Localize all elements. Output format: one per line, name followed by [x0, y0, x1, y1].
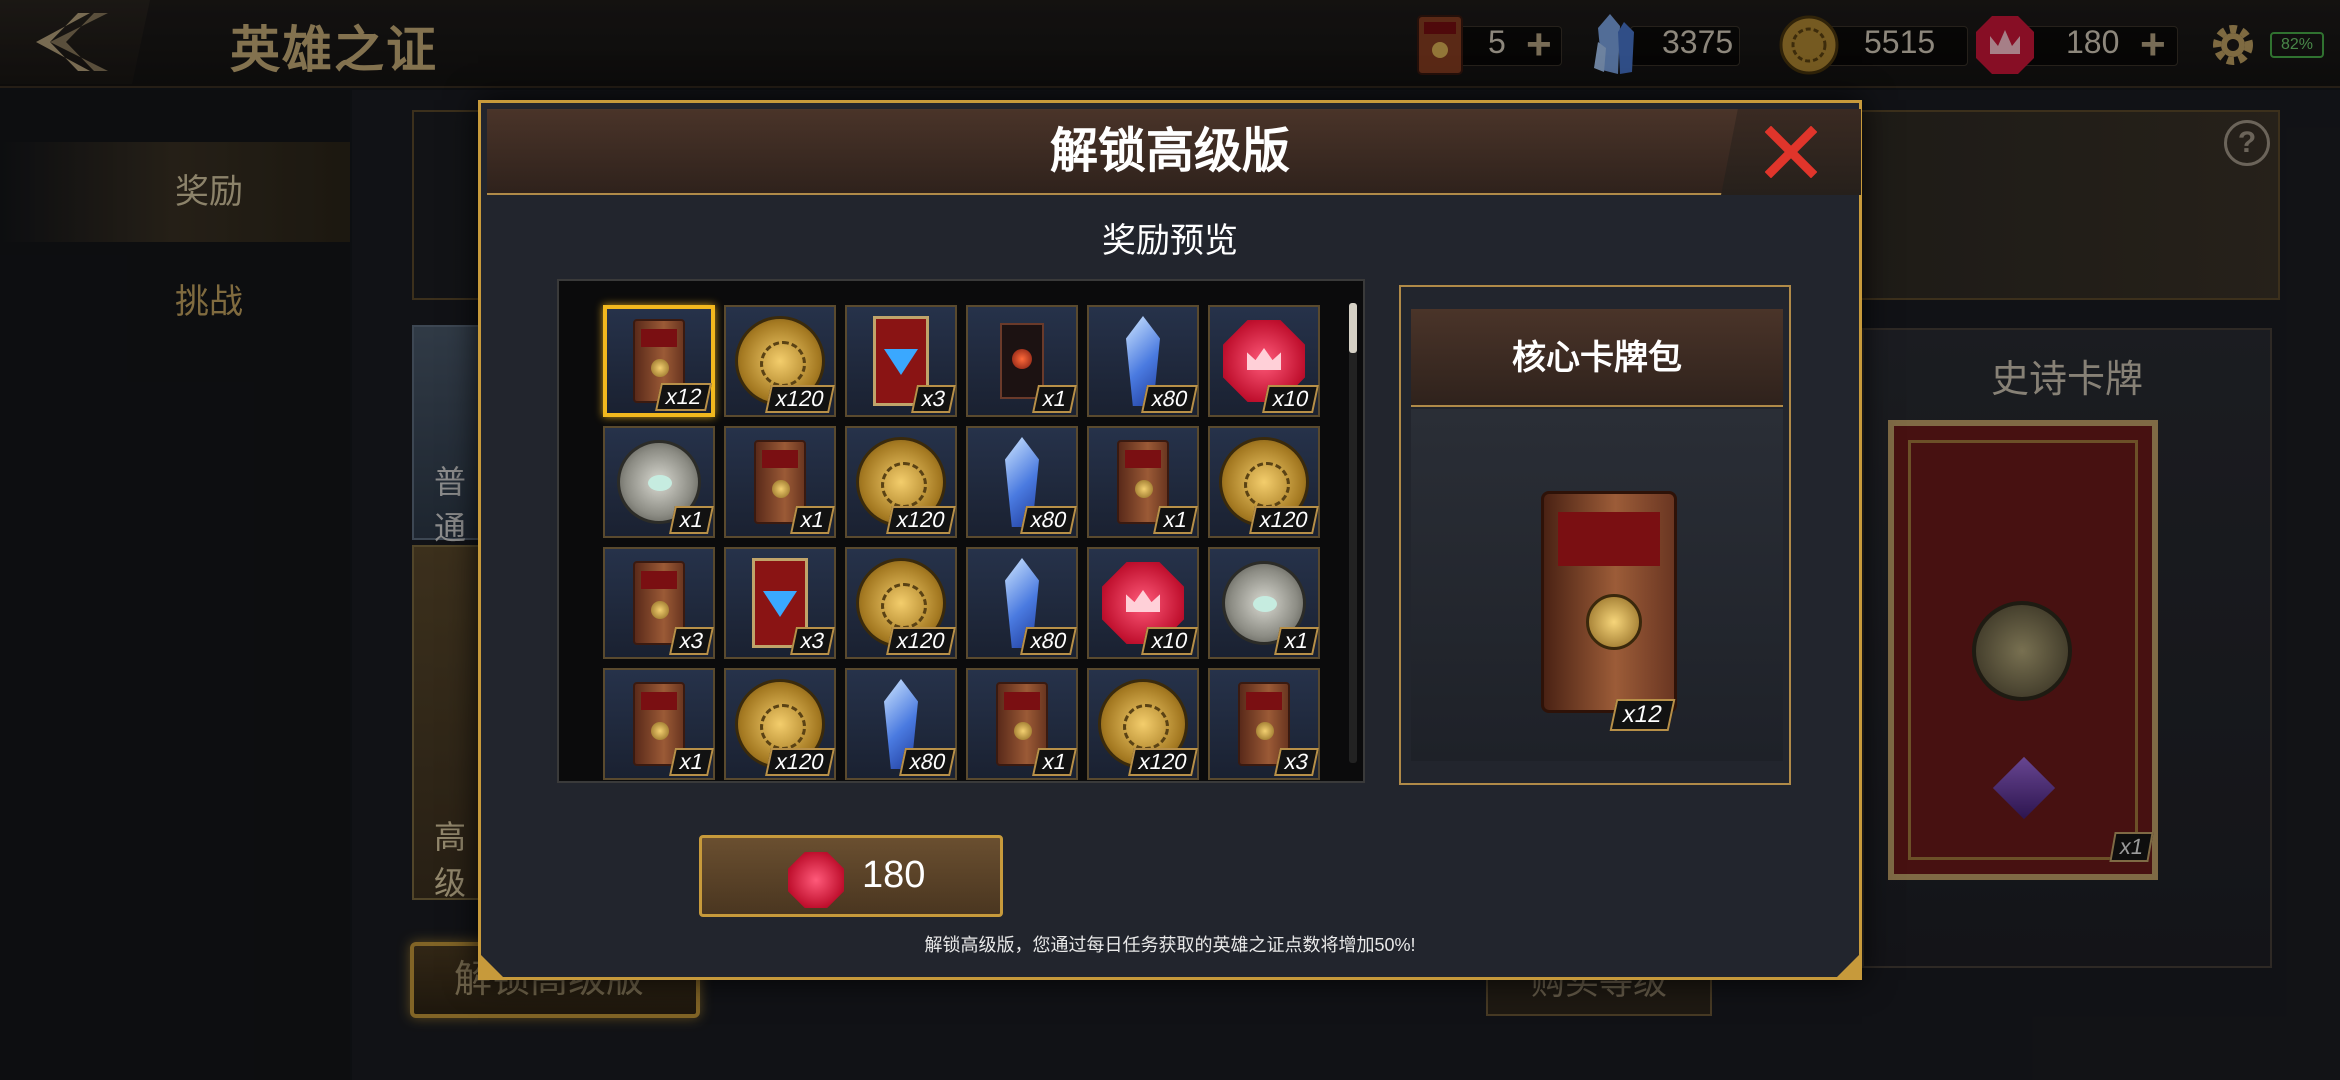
scrollbar-thumb[interactable]: [1349, 303, 1357, 353]
dialog-title: 解锁高级版: [1049, 125, 1290, 178]
reward-item-cell[interactable]: x120: [1087, 668, 1199, 780]
reward-item-qty: x1: [1273, 627, 1319, 655]
reward-item-qty: x1: [1031, 385, 1077, 413]
reward-item-cell[interactable]: x80: [966, 426, 1078, 538]
reward-item-qty: x80: [1019, 506, 1077, 534]
reward-grid[interactable]: x12 x120 x3 x1 x80 x10 x1 x1 x120 x80 x1 x120 x3 x3 x1…: [557, 279, 1365, 783]
reward-item-qty: x120: [886, 506, 956, 534]
reward-item-cell[interactable]: x3: [724, 547, 836, 659]
reward-preview-title: 奖励预览: [1102, 222, 1238, 260]
dialog-header: 解锁高级版: [487, 109, 1853, 195]
reward-item-cell[interactable]: x3: [845, 305, 957, 417]
reward-item-qty: x3: [789, 627, 835, 655]
reward-item-qty: x80: [1140, 385, 1198, 413]
reward-item-cell[interactable]: x80: [845, 668, 957, 780]
close-x-icon: [1765, 126, 1817, 178]
reward-item-cell[interactable]: x10: [1208, 305, 1320, 417]
reward-item-qty: x1: [1031, 748, 1077, 776]
reward-item-qty: x1: [668, 748, 714, 776]
reward-item-cell[interactable]: x1: [724, 426, 836, 538]
reward-item-qty: x3: [910, 385, 956, 413]
dialog-footnote: 解锁高级版，您通过每日任务获取的英雄之证点数将增加50%!: [924, 935, 1416, 955]
reward-item-cell[interactable]: x1: [966, 668, 1078, 780]
reward-item-cell[interactable]: x1: [1087, 426, 1199, 538]
reward-item-cell[interactable]: x120: [724, 668, 836, 780]
unlock-purchase-button[interactable]: 180: [699, 835, 1003, 917]
reward-item-qty: x1: [668, 506, 714, 534]
reward-item-cell[interactable]: x3: [1208, 668, 1320, 780]
close-button[interactable]: [1721, 109, 1861, 195]
reward-item-cell[interactable]: x1: [603, 668, 715, 780]
reward-item-cell[interactable]: x12: [603, 305, 715, 417]
corner-ornament: [1837, 955, 1859, 977]
purchase-price: 180: [862, 854, 926, 896]
reward-item-qty: x3: [668, 627, 714, 655]
reward-detail-panel: 核心卡牌包: [1399, 285, 1791, 785]
reward-item-cell[interactable]: x3: [603, 547, 715, 659]
reward-item-cell[interactable]: x120: [845, 426, 957, 538]
scroll-track[interactable]: [1349, 303, 1357, 763]
reward-item-cell[interactable]: x1: [1208, 547, 1320, 659]
reward-item-cell[interactable]: x1: [603, 426, 715, 538]
reward-item-cell[interactable]: x1: [966, 305, 1078, 417]
unlock-premium-dialog: 解锁高级版 奖励预览 x12 x120 x3 x1 x80 x10 x1 x1 x120 x80 x…: [478, 100, 1862, 980]
reward-item-qty: x120: [765, 748, 835, 776]
ruby-icon: [788, 852, 844, 908]
reward-item-qty: x120: [886, 627, 956, 655]
reward-detail-qty: x12: [1609, 699, 1676, 731]
reward-item-qty: x10: [1140, 627, 1198, 655]
reward-item-qty: x80: [898, 748, 956, 776]
reward-item-qty: x80: [1019, 627, 1077, 655]
reward-item-cell[interactable]: x120: [1208, 426, 1320, 538]
reward-detail-title: 核心卡牌包: [1411, 309, 1783, 407]
reward-item-cell[interactable]: x80: [1087, 305, 1199, 417]
core-card-pack-icon: [1541, 491, 1677, 713]
reward-item-qty: x1: [1152, 506, 1198, 534]
reward-item-qty: x3: [1273, 748, 1319, 776]
reward-item-cell[interactable]: x120: [845, 547, 957, 659]
reward-item-cell[interactable]: x10: [1087, 547, 1199, 659]
reward-item-cell[interactable]: x120: [724, 305, 836, 417]
reward-item-qty: x10: [1261, 385, 1319, 413]
reward-item-qty: x120: [765, 385, 835, 413]
reward-item-qty: x120: [1128, 748, 1198, 776]
corner-ornament: [481, 955, 503, 977]
reward-item-qty: x12: [654, 383, 712, 411]
reward-detail-body: [1411, 409, 1783, 761]
reward-item-qty: x1: [789, 506, 835, 534]
reward-item-cell[interactable]: x80: [966, 547, 1078, 659]
reward-item-qty: x120: [1249, 506, 1319, 534]
